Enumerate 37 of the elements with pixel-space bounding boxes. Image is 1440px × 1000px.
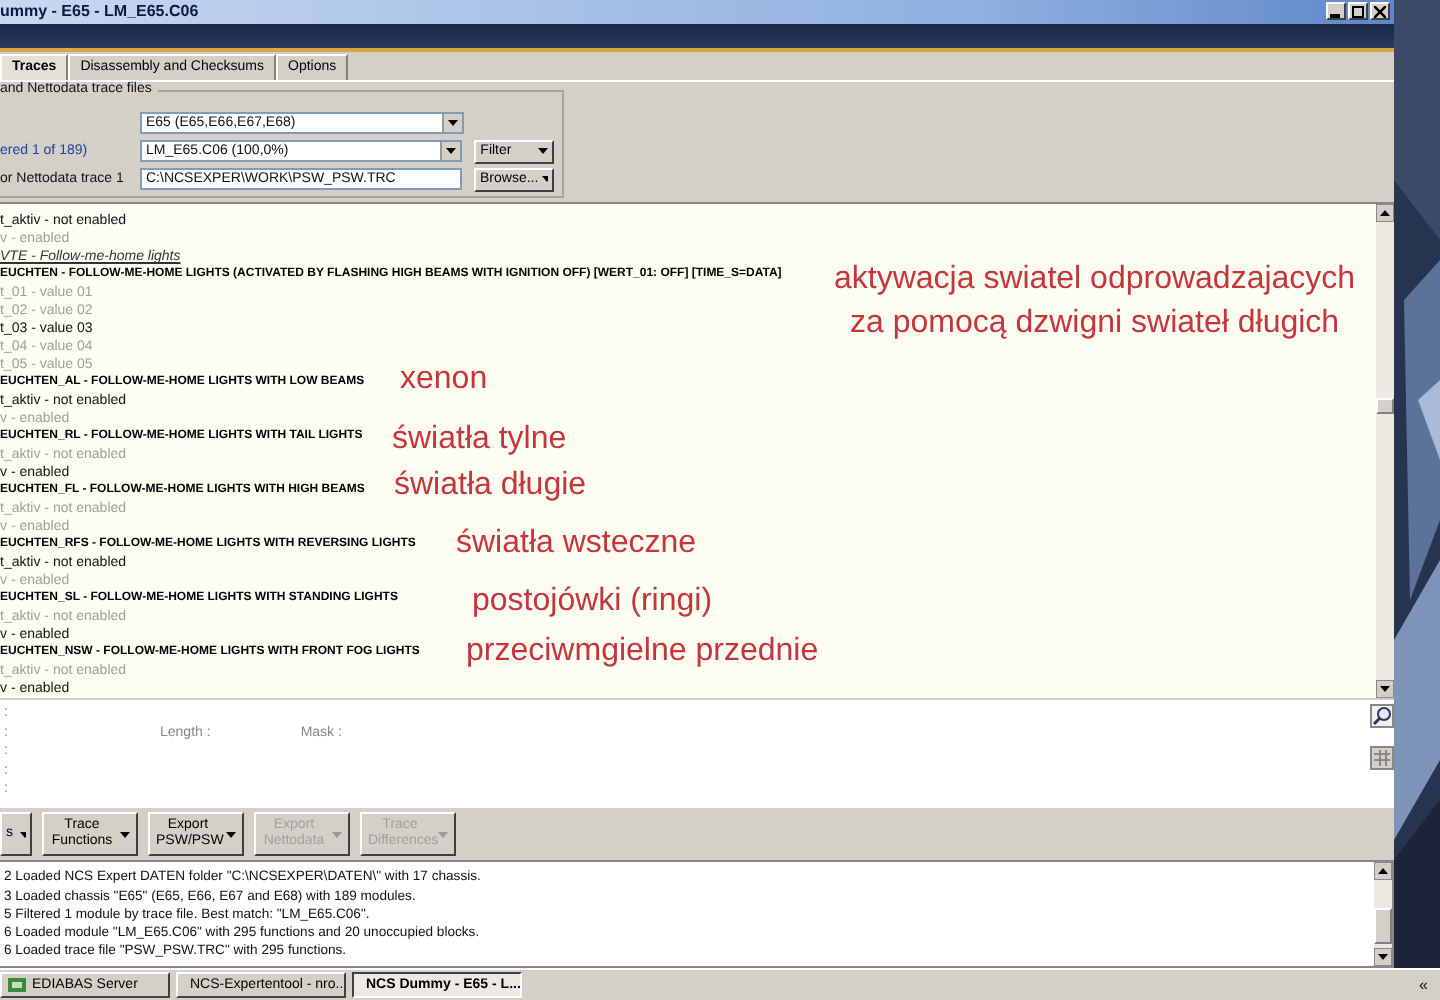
annotation-text: światła tylne (392, 424, 567, 457)
caret-icon (538, 148, 548, 155)
window-title: ummy - E65 - LM_E65.C06 (0, 2, 199, 21)
caret-icon (332, 831, 342, 838)
annotation-text: za pomocą dzwigni swiateł długich (850, 308, 1340, 341)
caret-icon (226, 831, 236, 838)
caret-icon (542, 176, 548, 183)
scrollbar[interactable] (1376, 204, 1394, 699)
annotation-text: postojówki (ringi) (472, 586, 713, 619)
close-icon (1374, 5, 1386, 18)
scroll-down-icon[interactable] (1374, 948, 1392, 967)
grid-button[interactable] (1369, 746, 1393, 771)
scroll-down-icon[interactable] (1376, 680, 1394, 699)
dropdown-arrow-icon (446, 148, 457, 155)
scroll-thumb[interactable] (1374, 908, 1392, 945)
annotation-text: aktywacja swiatel odprowadzajacych (834, 264, 1356, 297)
close-button[interactable] (1370, 2, 1390, 21)
annotation-text: xenon (400, 364, 488, 397)
minimize-button[interactable] (1326, 2, 1346, 21)
app-icon (8, 976, 26, 994)
search-icon (1371, 706, 1391, 727)
tray-expand-button[interactable]: « (1419, 976, 1428, 994)
annotation-text: światła wsteczne (456, 528, 697, 561)
caret-icon (19, 831, 26, 838)
scrollbar[interactable] (1374, 862, 1392, 967)
dropdown-arrow-icon (448, 120, 458, 127)
caret-icon (438, 831, 448, 838)
grid-icon (1373, 750, 1389, 767)
maximize-icon (1352, 5, 1364, 18)
scroll-up-icon[interactable] (1374, 862, 1392, 881)
scroll-up-icon[interactable] (1376, 204, 1394, 223)
caret-icon (120, 831, 130, 838)
scroll-thumb[interactable] (1376, 398, 1394, 415)
maximize-button[interactable] (1348, 2, 1368, 21)
annotation-text: światła długie (394, 470, 587, 503)
search-button[interactable] (1369, 704, 1393, 729)
annotation-text: przeciwmgielne przednie (466, 636, 819, 669)
